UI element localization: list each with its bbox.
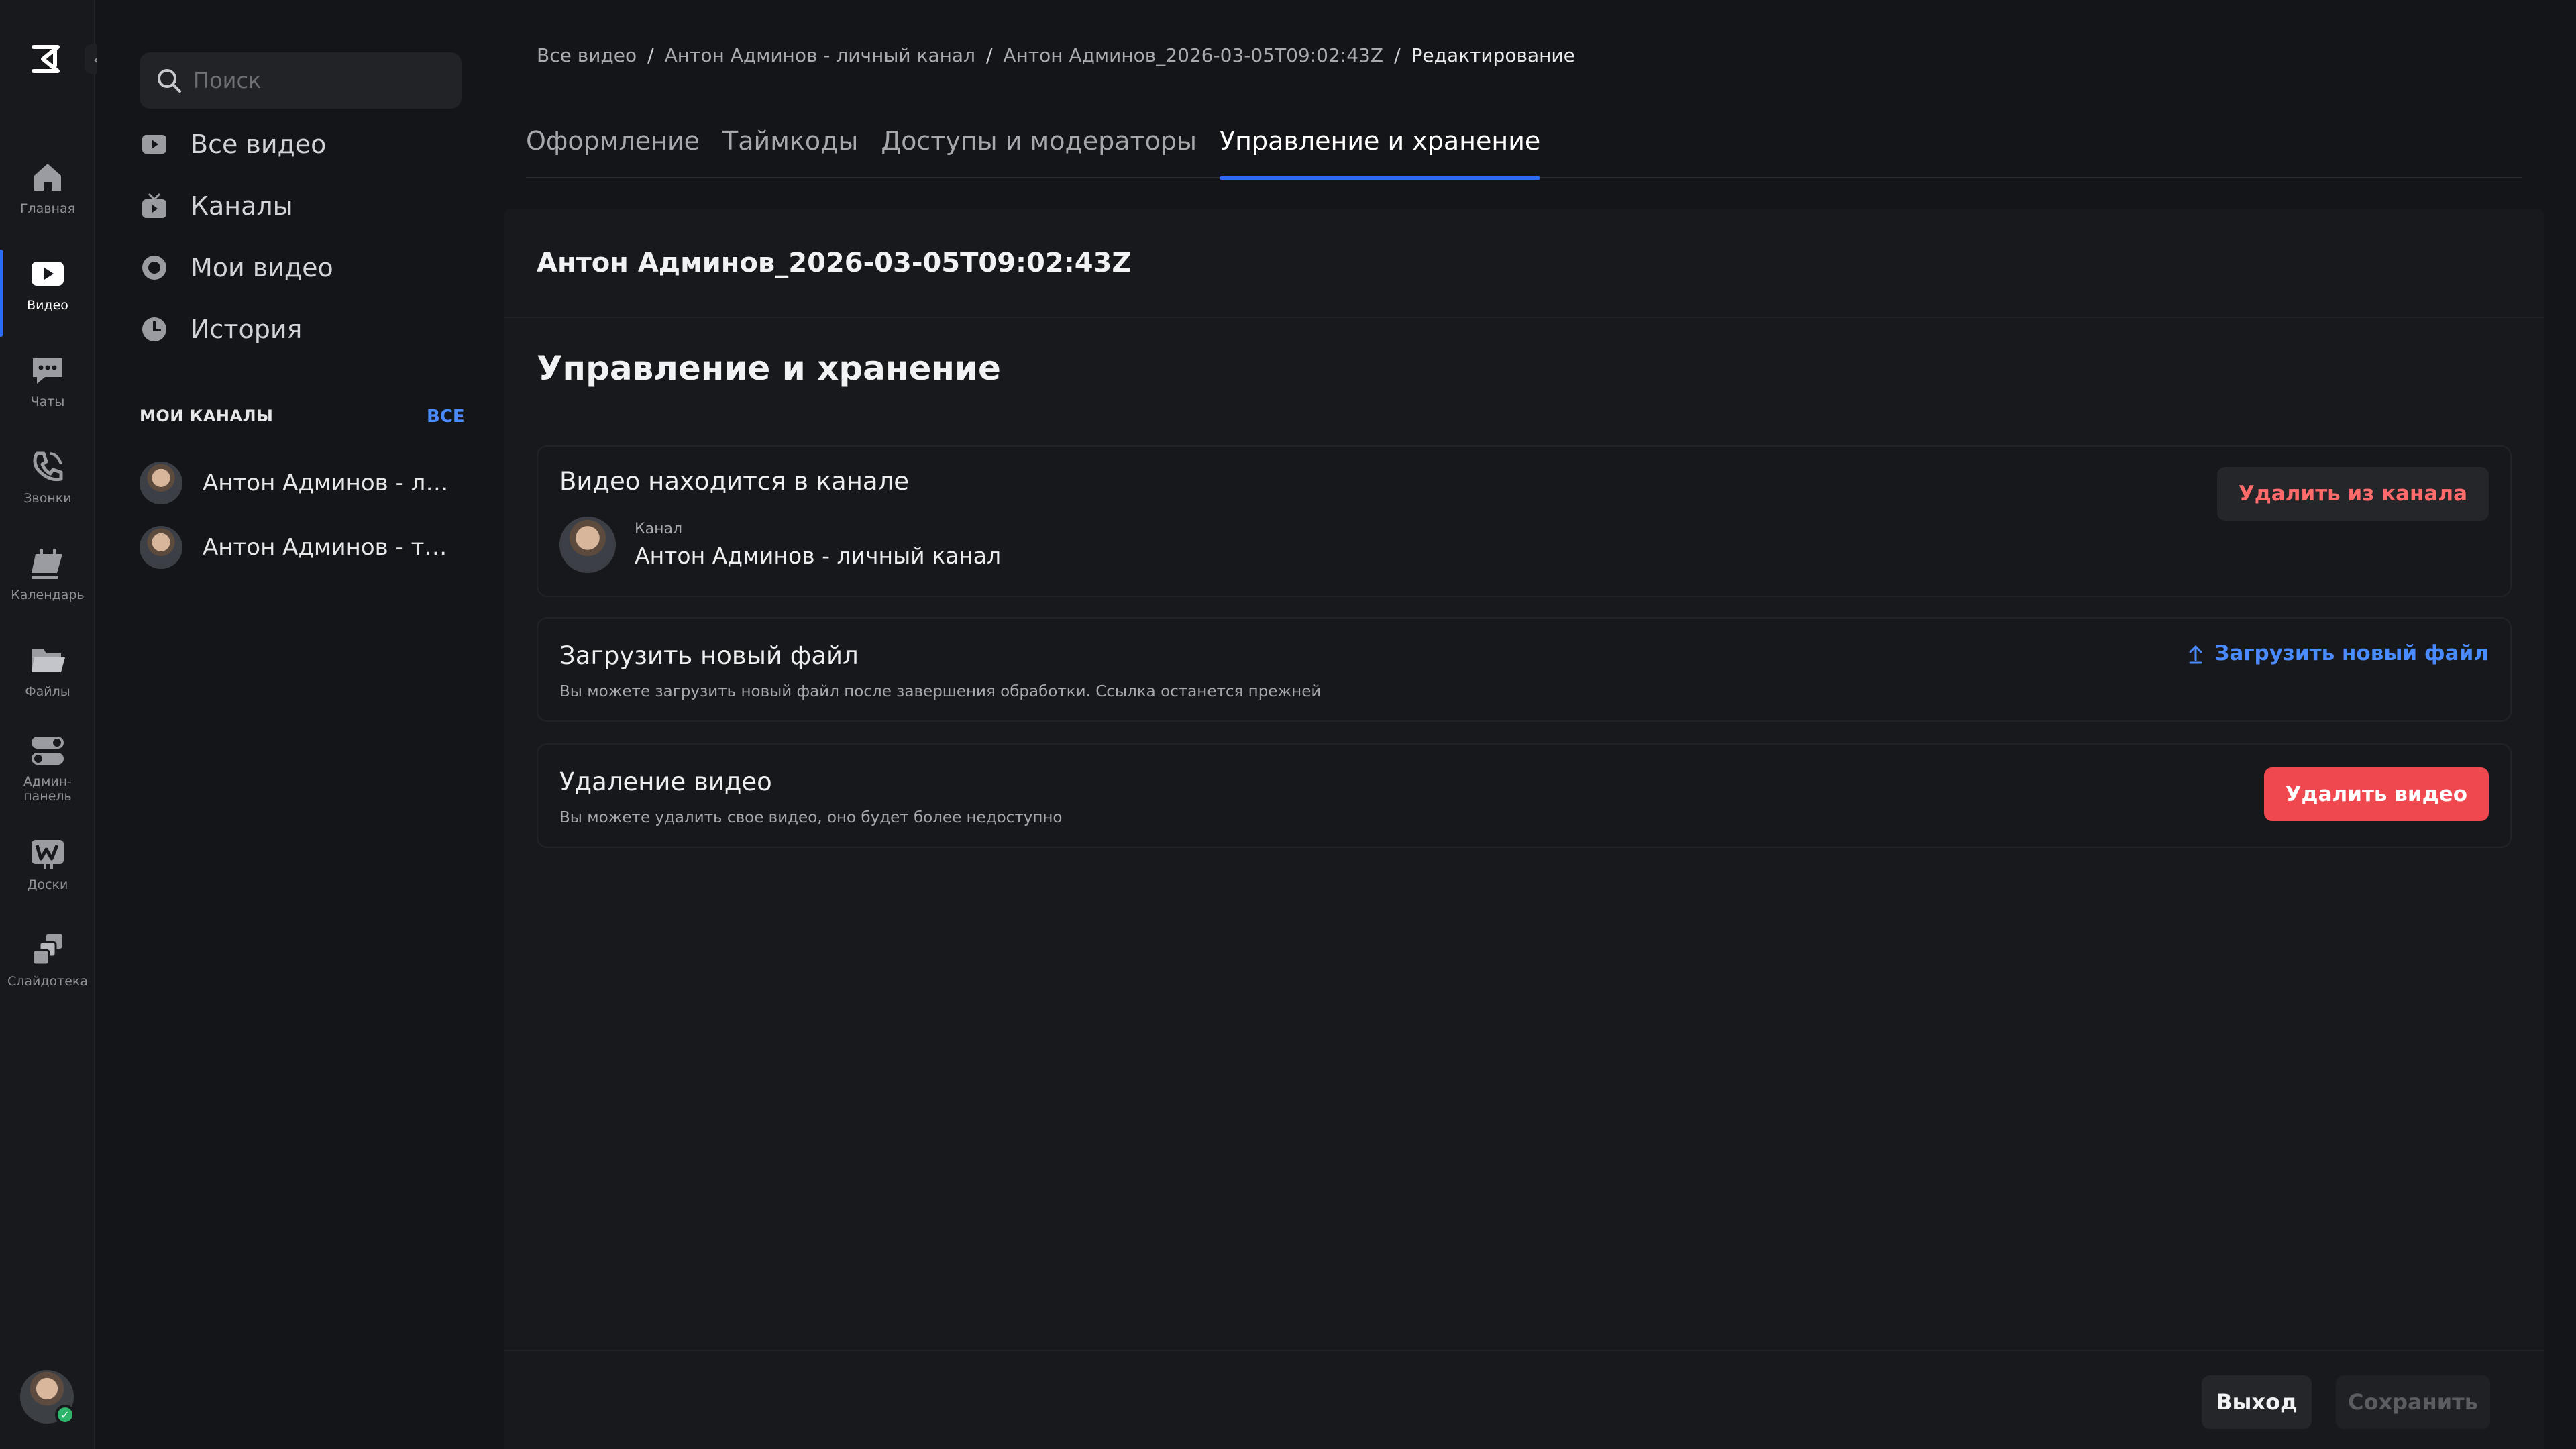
save-button[interactable]: Сохранить <box>2336 1375 2490 1429</box>
page-title: Управление и хранение <box>537 349 1001 388</box>
channel-avatar <box>559 517 616 573</box>
content-panel: Антон Админов_2026-03-05T09:02:43Z Управ… <box>504 209 2544 1449</box>
upload-icon <box>2189 645 2202 664</box>
rail-item-label: Звонки <box>23 491 72 506</box>
rail-item-label: Слайдотека <box>7 974 89 989</box>
rail-item-label: Главная <box>19 201 76 216</box>
tv-icon <box>142 193 166 218</box>
rail-item-slides[interactable]: Слайдотека <box>0 930 95 1010</box>
video-icon <box>32 262 64 286</box>
channel-caption: Канал <box>635 521 683 537</box>
breadcrumb: Все видео / Антон Админов - личный канал / А… <box>537 44 1575 66</box>
breadcrumb-item[interactable]: Антон Админов - личный канал <box>665 44 975 66</box>
rail-item-calendar[interactable]: Календарь <box>0 543 95 624</box>
admin-icon <box>32 737 64 765</box>
video-title: Антон Админов_2026-03-05T09:02:43Z <box>504 209 2544 318</box>
channel-list-item[interactable]: Антон Админов - личный канал <box>140 456 468 510</box>
record-icon <box>142 256 166 280</box>
upload-new-file-button[interactable]: Загрузить новый файл <box>2186 636 2489 671</box>
sidebar-item-channels[interactable]: Каналы <box>140 182 462 229</box>
my-channels-title: МОИ КАНАЛЫ <box>140 407 274 425</box>
exit-button[interactable]: Выход <box>2202 1375 2312 1429</box>
sidebar-item-history[interactable]: История <box>140 306 462 353</box>
rail-item-home[interactable]: Главная <box>0 157 95 237</box>
online-status-icon: ✓ <box>55 1405 75 1425</box>
channel-avatar <box>140 462 182 504</box>
breadcrumb-separator: / <box>1394 44 1401 66</box>
rail-item-label: Админ- панель <box>23 774 72 804</box>
user-avatar[interactable]: ✓ <box>20 1370 75 1425</box>
chat-icon <box>33 358 62 384</box>
upload-card-title: Загрузить новый файл <box>559 641 859 670</box>
slides-icon <box>32 934 62 966</box>
search-input[interactable]: Поиск <box>140 52 462 109</box>
rail-item-label: Доски <box>27 877 68 892</box>
search-placeholder: Поиск <box>193 68 262 93</box>
all-channels-link[interactable]: ВСЕ <box>427 407 465 427</box>
rail-item-admin[interactable]: Админ- панель <box>0 730 95 810</box>
app-rail: ‹ Главная Видео Чаты Звонки Календарь Фа… <box>0 0 109 1449</box>
channel-card: Видео находится в канале Канал Антон Адм… <box>537 445 2512 597</box>
channel-card-title: Видео находится в канале <box>559 467 909 496</box>
channel-name: Антон Админов - личный канал <box>203 470 458 496</box>
tab-timecodes[interactable]: Таймкоды <box>722 121 858 178</box>
delete-card: Удаление видео Вы можете удалить свое ви… <box>537 743 2512 848</box>
tab-management[interactable]: Управление и хранение <box>1220 121 1541 180</box>
breadcrumb-item[interactable]: Все видео <box>537 44 637 66</box>
delete-card-title: Удаление видео <box>559 767 772 796</box>
remove-from-channel-button[interactable]: Удалить из канала <box>2216 467 2489 521</box>
edit-tabs: Оформление Таймкоды Доступы и модераторы… <box>526 121 2522 180</box>
rail-item-video[interactable]: Видео <box>0 250 95 337</box>
rail-item-label: Чаты <box>30 394 65 409</box>
footer-actions: Выход Сохранить <box>504 1350 2544 1449</box>
tab-design[interactable]: Оформление <box>526 121 700 178</box>
rail-item-calls[interactable]: Звонки <box>0 447 95 527</box>
clock-icon <box>142 317 166 341</box>
phone-icon <box>33 451 63 482</box>
rail-item-label: Календарь <box>11 588 85 602</box>
sidebar-item-label: Все видео <box>191 129 327 159</box>
delete-card-subtitle: Вы можете удалить свое видео, оно будет … <box>559 809 1063 826</box>
rail-item-label: Файлы <box>25 684 70 699</box>
board-icon <box>32 840 64 869</box>
sidebar-item-my-videos[interactable]: Мои видео <box>140 244 462 291</box>
delete-video-button[interactable]: Удалить видео <box>2263 767 2489 821</box>
breadcrumb-separator: / <box>985 44 993 66</box>
rail-item-files[interactable]: Файлы <box>0 640 95 720</box>
upload-card: Загрузить новый файл Вы можете загрузить… <box>537 617 2512 722</box>
channel-name: Антон Админов - личный канал <box>635 543 1002 569</box>
rail-item-label: Видео <box>27 298 68 313</box>
video-sidebar: Поиск Все видео Каналы Мои видео История… <box>97 0 503 1449</box>
rail-item-chats[interactable]: Чаты <box>0 350 95 431</box>
play-square-icon <box>142 135 166 154</box>
breadcrumb-item[interactable]: Антон Админов_2026-03-05T09:02:43Z <box>1003 44 1383 66</box>
channel-info: Канал Антон Админов - личный канал <box>559 517 1001 573</box>
app-logo[interactable] <box>28 39 68 79</box>
rail-item-boards[interactable]: Доски <box>0 833 95 914</box>
upload-button-label: Загрузить новый файл <box>2214 641 2489 665</box>
sidebar-item-label: История <box>191 315 303 344</box>
upload-card-subtitle: Вы можете загрузить новый файл после зав… <box>559 683 1322 700</box>
channel-avatar <box>140 526 182 569</box>
sidebar-item-all-videos[interactable]: Все видео <box>140 121 462 168</box>
folder-icon <box>32 649 65 672</box>
tab-access[interactable]: Доступы и модераторы <box>881 121 1197 178</box>
home-icon <box>34 164 61 191</box>
breadcrumb-separator: / <box>647 44 654 66</box>
sidebar-item-label: Мои видео <box>191 253 333 282</box>
breadcrumb-current: Редактирование <box>1411 44 1575 66</box>
channel-name: Антон Админов - тестовый канал <box>203 534 458 561</box>
search-icon <box>158 69 181 93</box>
sidebar-item-label: Каналы <box>191 191 293 221</box>
calendar-icon <box>32 549 62 579</box>
channel-list-item[interactable]: Антон Админов - тестовый канал <box>140 521 468 574</box>
